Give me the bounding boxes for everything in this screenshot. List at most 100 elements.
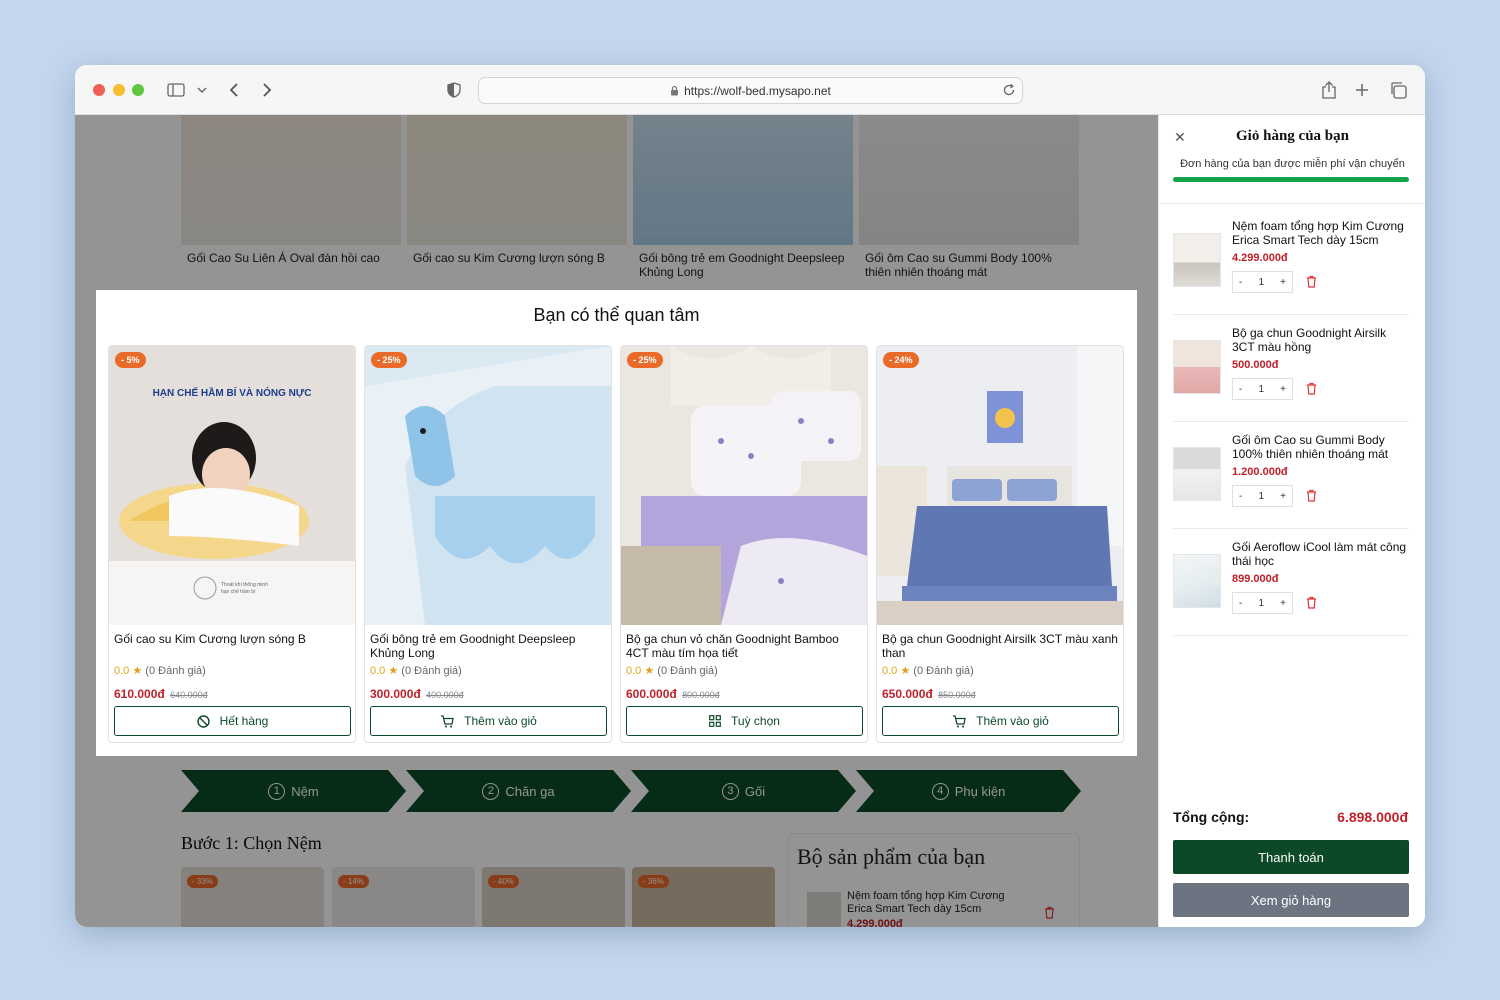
quantity-stepper: - 1 + [1232, 592, 1293, 614]
forward-icon[interactable] [255, 78, 279, 102]
minimize-window-button[interactable] [113, 84, 125, 96]
product-image: Thoát khí thông minh hạn chế hầm bí HẠN … [109, 346, 355, 625]
add-to-cart-button[interactable]: Thêm vào giỏ [882, 706, 1119, 736]
product-card[interactable]: Thoát khí thông minh hạn chế hầm bí HẠN … [108, 345, 356, 743]
product-name[interactable]: Gối cao su Kim Cương lượn sóng B [114, 632, 352, 646]
star-icon: ★ [644, 665, 655, 677]
star-icon: ★ [388, 665, 399, 677]
product-image [877, 346, 1123, 625]
price: 300.000đ 400.000đ [370, 687, 464, 701]
product-name[interactable]: Bộ ga chun vỏ chăn Goodnight Bamboo 4CT … [626, 632, 864, 660]
quantity-stepper: - 1 + [1232, 485, 1293, 507]
divider [1173, 314, 1409, 315]
total-label: Tổng cộng: [1173, 809, 1250, 825]
star-icon: ★ [900, 665, 911, 677]
close-window-button[interactable] [93, 84, 105, 96]
page-viewport: Gối Cao Su Liên Á Oval đàn hồi cao Gối c… [75, 115, 1425, 927]
tab-overview-icon[interactable] [1386, 78, 1410, 102]
quantity-value[interactable]: 1 [1258, 277, 1264, 288]
view-cart-button[interactable]: Xem giỏ hàng [1173, 883, 1409, 917]
discount-badge: - 25% [627, 352, 663, 368]
quantity-value[interactable]: 1 [1258, 598, 1264, 609]
product-name[interactable]: Gối bông trẻ em Goodnight Deepsleep Khủn… [370, 632, 608, 660]
product-image [365, 346, 611, 625]
trash-icon[interactable] [1306, 382, 1317, 400]
privacy-shield-icon[interactable] [442, 78, 466, 102]
divider [1173, 528, 1409, 529]
rating: 0.0 ★ (0 Đánh giá) [882, 665, 974, 677]
rating: 0.0 ★ (0 Đánh giá) [370, 665, 462, 677]
quantity-stepper: - 1 + [1232, 271, 1293, 293]
chevron-down-icon[interactable] [190, 78, 214, 102]
divider [1159, 203, 1425, 204]
cart-title: Giỏ hàng của bạn [1236, 128, 1349, 144]
trash-icon[interactable] [1306, 489, 1317, 507]
url-text: https://wolf-bed.mysapo.net [684, 83, 831, 98]
old-price: 800.000đ [682, 690, 720, 700]
star-icon: ★ [132, 665, 143, 677]
cart-item-name[interactable]: Nệm foam tổng hợp Kim Cương Erica Smart … [1232, 219, 1410, 247]
out-of-stock-button[interactable]: Hết hàng [114, 706, 351, 736]
quantity-value[interactable]: 1 [1258, 384, 1264, 395]
cart-drawer: ✕ Giỏ hàng của bạn Đơn hàng của bạn được… [1158, 115, 1425, 927]
price: 610.000đ 640.000đ [114, 687, 208, 701]
cart-item-image[interactable] [1173, 233, 1221, 287]
cart-item-price: 4.299.000đ [1232, 252, 1288, 264]
cart-item-price: 500.000đ [1232, 359, 1279, 371]
cart-item-name[interactable]: Gối Aeroflow iCool làm mát công thái học [1232, 540, 1410, 568]
divider [1173, 635, 1409, 636]
cart-item-price: 899.000đ [1232, 573, 1279, 585]
cart-item: Gối Aeroflow iCool làm mát công thái học… [1173, 536, 1409, 636]
product-card[interactable]: - 24% Bộ ga chun Goodnight Airsilk 3CT m… [876, 345, 1124, 743]
old-price: 850.000đ [938, 690, 976, 700]
new-tab-icon[interactable] [1350, 78, 1374, 102]
svg-text:Thoát khí thông minh: Thoát khí thông minh [221, 582, 268, 588]
cart-icon [952, 714, 971, 728]
total-value: 6.898.000đ [1337, 809, 1408, 825]
cart-item-image[interactable] [1173, 340, 1221, 394]
decrease-button[interactable]: - [1239, 277, 1242, 288]
browser-toolbar: https://wolf-bed.mysapo.net [75, 65, 1425, 115]
ban-icon [196, 714, 215, 728]
product-card[interactable]: - 25% Bộ ga chun vỏ chăn Goodnight Bambo… [620, 345, 868, 743]
sidebar-icon[interactable] [164, 78, 188, 102]
options-button[interactable]: Tuỳ chọn [626, 706, 863, 736]
cart-item: Nệm foam tổng hợp Kim Cương Erica Smart … [1173, 215, 1409, 315]
cart-item: Gối ôm Cao su Gummi Body 100% thiên nhiê… [1173, 429, 1409, 529]
share-icon[interactable] [1317, 78, 1341, 102]
recommendation-modal: Bạn có thể quan tâm Thoát khí thông minh… [96, 290, 1137, 756]
lock-icon [670, 85, 679, 96]
back-icon[interactable] [222, 78, 246, 102]
cart-item-name[interactable]: Gối ôm Cao su Gummi Body 100% thiên nhiê… [1232, 433, 1410, 461]
add-to-cart-button[interactable]: Thêm vào giỏ [370, 706, 607, 736]
decrease-button[interactable]: - [1239, 598, 1242, 609]
trash-icon[interactable] [1306, 275, 1317, 293]
increase-button[interactable]: + [1280, 598, 1286, 609]
rating: 0.0 ★ (0 Đánh giá) [114, 665, 206, 677]
trash-icon[interactable] [1306, 596, 1317, 614]
quantity-value[interactable]: 1 [1258, 491, 1264, 502]
increase-button[interactable]: + [1280, 491, 1286, 502]
increase-button[interactable]: + [1280, 384, 1286, 395]
cart-item-image[interactable] [1173, 447, 1221, 501]
cart-item-name[interactable]: Bộ ga chun Goodnight Airsilk 3CT màu hồn… [1232, 326, 1410, 354]
maximize-window-button[interactable] [132, 84, 144, 96]
reload-icon[interactable] [1002, 83, 1016, 97]
decrease-button[interactable]: - [1239, 384, 1242, 395]
shipping-progress-bar [1173, 177, 1409, 182]
increase-button[interactable]: + [1280, 277, 1286, 288]
rating: 0.0 ★ (0 Đánh giá) [626, 665, 718, 677]
address-bar[interactable]: https://wolf-bed.mysapo.net [478, 77, 1023, 104]
discount-badge: - 5% [115, 352, 146, 368]
product-card[interactable]: - 25% Gối bông trẻ em Goodnight Deepslee… [364, 345, 612, 743]
price: 600.000đ 800.000đ [626, 687, 720, 701]
quantity-stepper: - 1 + [1232, 378, 1293, 400]
checkout-button[interactable]: Thanh toán [1173, 840, 1409, 874]
decrease-button[interactable]: - [1239, 491, 1242, 502]
modal-title: Bạn có thể quan tâm [533, 305, 700, 325]
product-name[interactable]: Bộ ga chun Goodnight Airsilk 3CT màu xan… [882, 632, 1120, 660]
image-caption: HẠN CHẾ HẦM BÍ VÀ NÓNG NỰC [152, 388, 312, 399]
discount-badge: - 25% [371, 352, 407, 368]
cart-item: Bộ ga chun Goodnight Airsilk 3CT màu hồn… [1173, 322, 1409, 422]
cart-item-image[interactable] [1173, 554, 1221, 608]
